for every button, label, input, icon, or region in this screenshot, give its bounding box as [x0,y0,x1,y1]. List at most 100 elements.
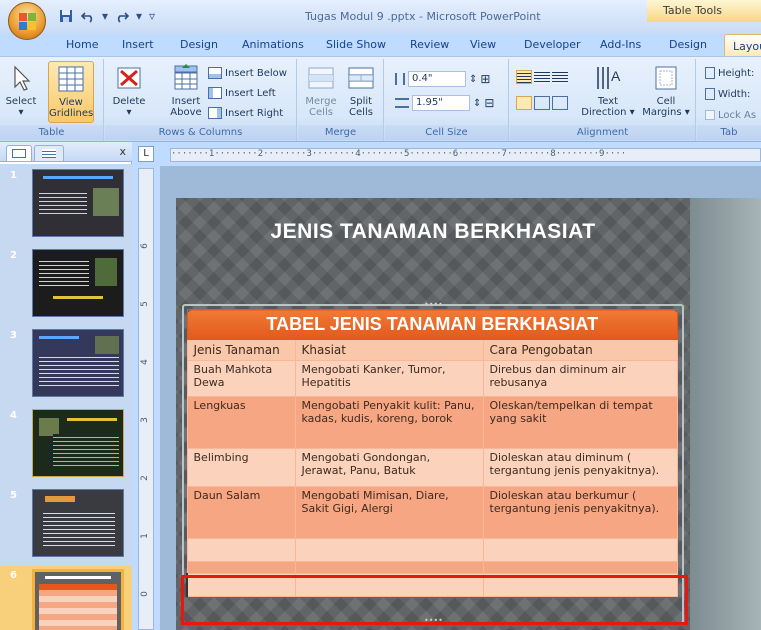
customize-qat-icon[interactable]: ▿ [148,8,156,24]
table-cell[interactable]: Belimbing [186,448,296,487]
column-header[interactable]: Cara Pengobatan [482,339,678,361]
table-height-control[interactable]: Height: [705,65,754,81]
group-table-label: Table [0,125,103,140]
column-width-icon [395,98,409,108]
slide-thumbnail-item-selected[interactable]: 6 [0,566,132,630]
slide-thumbnail-item[interactable]: 5 [0,486,132,564]
delete-button[interactable]: Delete ▾ [111,61,147,118]
table-top-handle[interactable]: •••• [424,300,443,309]
column-header[interactable]: Khasiat [294,339,484,361]
cursor-arrow-icon [6,63,36,93]
insert-left-button[interactable]: Insert Left [208,85,276,101]
plants-table[interactable]: TABEL JENIS TANAMAN BERKHASIAT Jenis Tan… [186,309,678,597]
table-cell[interactable]: Mengobati Gondongan, Jerawat, Panu, Batu… [294,448,484,487]
cell-margins-button[interactable]: Cell Margins ▾ [640,61,692,118]
table-cell[interactable]: Mengobati Mimisan, Diare, Sakit Gigi, Al… [294,486,484,539]
split-cells-button[interactable]: Split Cells [342,61,380,118]
align-right-icon[interactable] [552,70,568,84]
merge-cells-button[interactable]: Merge Cells [302,61,340,118]
tab-design[interactable]: Design [180,38,218,51]
undo-dropdown-icon[interactable]: ▾ [102,8,108,24]
insert-right-button[interactable]: Insert Right [208,105,283,121]
table-caption[interactable]: TABEL JENIS TANAMAN BERKHASIAT [186,309,678,340]
close-pane-icon[interactable]: x [119,145,126,158]
tab-review[interactable]: Review [410,38,449,51]
table-cell[interactable] [294,538,484,562]
insert-above-label-2: Above [170,107,202,118]
table-cell[interactable] [482,538,678,562]
table-height-label: Height: [718,67,755,79]
insert-above-button[interactable]: Insert Above [167,61,205,118]
office-button[interactable] [8,2,46,40]
table-width-control[interactable]: Width: [705,86,750,102]
distribute-columns-icon[interactable]: ⊟ [484,96,494,110]
slide-thumbnail-item[interactable]: 2 [0,246,132,324]
insert-left-label: Insert Left [225,87,276,99]
redo-icon[interactable] [114,8,130,24]
lock-aspect-checkbox[interactable]: Lock As [705,107,756,123]
cell-height-input[interactable]: 0.4" [408,71,466,87]
tab-stop-selector[interactable]: L [138,146,154,162]
slide-title[interactable]: JENIS TANAMAN BERKHASIAT [176,220,690,244]
tab-insert[interactable]: Insert [122,38,154,51]
slide-thumbnail [32,409,124,477]
cell-width-spinner[interactable]: ⇕ [473,98,481,109]
tab-view[interactable]: View [470,38,496,51]
table-cell[interactable]: Lengkuas [186,396,296,449]
cell-width-input[interactable]: 1.95" [412,95,470,111]
slide-thumbnail-item[interactable]: 4 [0,406,132,484]
tab-developer[interactable]: Developer [524,38,581,51]
align-top-icon[interactable] [516,96,532,110]
undo-icon[interactable] [80,8,96,24]
distribute-rows-icon[interactable]: ⊞ [480,72,490,86]
tab-outline[interactable] [34,145,64,161]
text-direction-button[interactable]: A Text Direction ▾ [580,61,636,118]
table-cell[interactable] [482,561,678,574]
gridlines-icon [56,64,86,94]
slides-pane: x 1 2 3 4 5 6 [0,142,132,630]
view-gridlines-label-1: View [59,97,83,108]
align-left-icon[interactable] [516,70,532,84]
slide-thumbnail-item[interactable]: 3 [0,326,132,404]
tab-table-design[interactable]: Design [669,38,707,51]
slide-canvas[interactable]: JENIS TANAMAN BERKHASIAT •••• •••• TABEL… [176,198,761,630]
save-icon[interactable] [58,8,74,24]
table-cell[interactable]: Buah Mahkota Dewa [186,360,296,397]
align-bottom-icon[interactable] [552,96,568,110]
horizontal-ruler[interactable]: ·······1········2········3········4·····… [170,148,761,162]
table-cell[interactable]: Daun Salam [186,486,296,539]
slide-thumbnail [32,569,124,630]
align-middle-icon[interactable] [534,96,550,110]
view-gridlines-button[interactable]: View Gridlines [48,61,94,123]
select-button[interactable]: Select ▾ [4,61,38,118]
slide-decoration [690,198,761,630]
redo-dropdown-icon[interactable]: ▾ [136,8,142,24]
align-center-icon[interactable] [534,70,550,84]
table-cell[interactable]: Dioleskan atau berkumur ( tergantung jen… [482,486,678,539]
ruler-mark: 6 [139,243,150,249]
tab-slide-show[interactable]: Slide Show [326,38,386,51]
tab-add-ins[interactable]: Add-Ins [600,38,641,51]
vertical-ruler[interactable]: 6 5 4 3 2 1 0 [138,168,154,630]
tab-table-layout[interactable]: Layou [724,34,761,57]
table-cell[interactable]: Oleskan/tempelkan di tempat yang sakit [482,396,678,449]
group-table: Select ▾ View Gridlines Table [0,59,104,141]
tab-slides[interactable] [6,145,32,161]
table-cell[interactable] [186,538,296,562]
table-cell[interactable] [186,561,296,574]
insert-below-button[interactable]: Insert Below [208,65,287,81]
table-cell[interactable]: Mengobati Penyakit kulit: Panu, kadas, k… [294,396,484,449]
table-cell[interactable]: Dioleskan atau diminum ( tergantung jeni… [482,448,678,487]
delete-label: Delete [112,96,146,107]
cell-height-spinner[interactable]: ⇕ [469,74,477,85]
tab-animations[interactable]: Animations [242,38,304,51]
table-cell[interactable] [294,561,484,574]
slide-thumbnail-item[interactable]: 1 [0,166,132,244]
tab-home[interactable]: Home [66,38,98,51]
group-rows-columns: Delete ▾ Insert Above Insert Below Inser… [105,59,297,141]
table-cell[interactable]: Direbus dan diminum air rebusanya [482,360,678,397]
column-header[interactable]: Jenis Tanaman [186,339,296,361]
slide-number: 6 [10,570,17,581]
outline-tab-icon [42,149,56,158]
table-cell[interactable]: Mengobati Kanker, Tumor, Hepatitis [294,360,484,397]
